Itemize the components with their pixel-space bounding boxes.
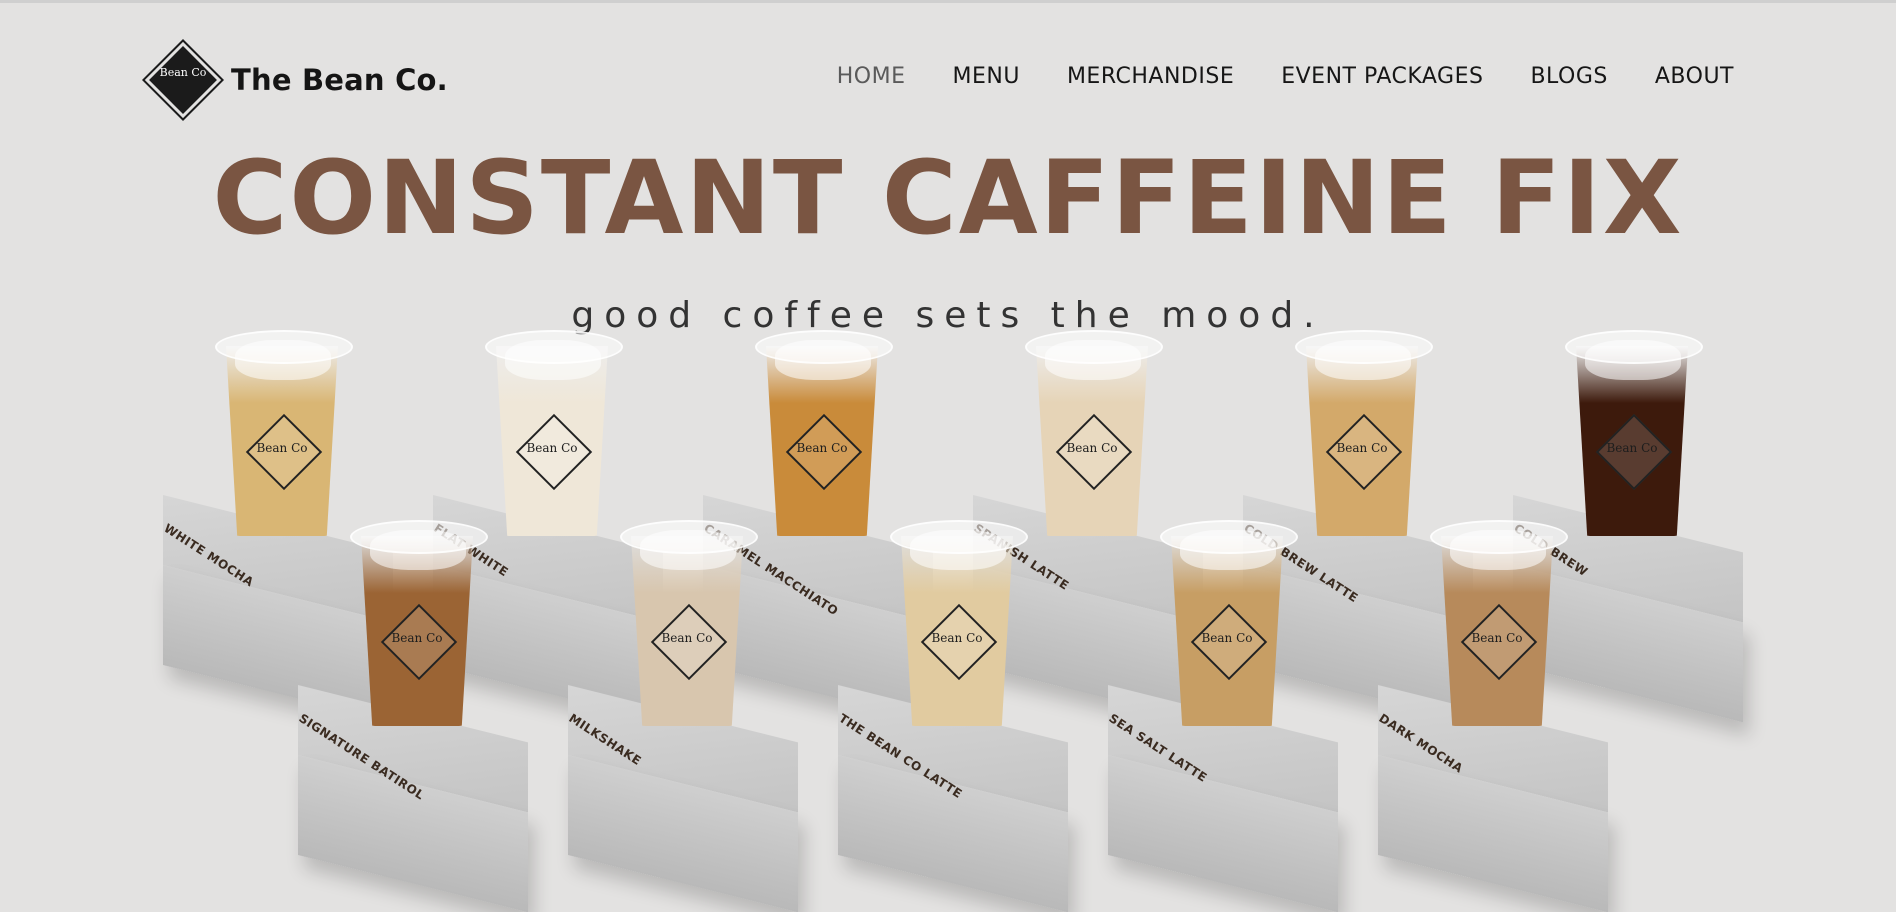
brand-logo[interactable]: Bean Co The Bean Co. (147, 44, 448, 116)
cup-lid (1160, 520, 1298, 554)
nav-event-packages[interactable]: EVENT PACKAGES (1281, 64, 1483, 89)
cup-logo-text: Bean Co (256, 441, 308, 455)
cup-logo-text: Bean Co (661, 631, 713, 645)
top-border (0, 0, 1896, 3)
cup-logo-text: Bean Co (1336, 441, 1388, 455)
cup-logo-text: Bean Co (1201, 631, 1253, 645)
logo-diamond (149, 46, 217, 114)
hero-title: CONSTANT CAFFEINE FIX (212, 139, 1684, 258)
cup-lid (1430, 520, 1568, 554)
cup-lid (890, 520, 1028, 554)
nav-merchandise[interactable]: MERCHANDISE (1067, 64, 1234, 89)
cup-logo-text: Bean Co (526, 441, 578, 455)
drink-cup: Bean Co (890, 520, 1028, 730)
drink-cup: Bean Co (1430, 520, 1568, 730)
cup-lid (1295, 330, 1433, 364)
drink-item[interactable]: SIGNATURE BATIROL Bean Co (296, 520, 538, 912)
logo-mark-text: Bean Co (159, 66, 207, 79)
drink-cup: Bean Co (1160, 520, 1298, 730)
cup-lid (350, 520, 488, 554)
cup-logo-text: Bean Co (1471, 631, 1523, 645)
drink-item[interactable]: MILKSHAKE Bean Co (566, 520, 808, 912)
drink-item[interactable]: DARK MOCHA Bean Co (1376, 520, 1618, 912)
drink-cup: Bean Co (1565, 330, 1703, 540)
nav-blogs[interactable]: BLOGS (1530, 64, 1607, 89)
cup-lid (1565, 330, 1703, 364)
cup-lid (215, 330, 353, 364)
nav-home[interactable]: HOME (837, 64, 906, 89)
drink-cup: Bean Co (485, 330, 623, 540)
cup-logo-text: Bean Co (796, 441, 848, 455)
drink-cup: Bean Co (755, 330, 893, 540)
drink-cup: Bean Co (215, 330, 353, 540)
drink-item[interactable]: SEA SALT LATTE Bean Co (1106, 520, 1348, 912)
cup-lid (485, 330, 623, 364)
drinks-showcase: WHITE MOCHABean CoFLAT WHITEBean CoCARAM… (0, 320, 1896, 912)
logo-icon: Bean Co (147, 44, 219, 116)
drink-cup: Bean Co (620, 520, 758, 730)
cup-logo-text: Bean Co (1066, 441, 1118, 455)
cup-logo-text: Bean Co (391, 631, 443, 645)
cup-lid (620, 520, 758, 554)
nav-menu[interactable]: MENU (952, 64, 1019, 89)
cup-logo-text: Bean Co (931, 631, 983, 645)
main-nav: HOME MENU MERCHANDISE EVENT PACKAGES BLO… (837, 64, 1734, 89)
drink-cup: Bean Co (1295, 330, 1433, 540)
cup-lid (1025, 330, 1163, 364)
drink-cup: Bean Co (1025, 330, 1163, 540)
cup-logo-text: Bean Co (1606, 441, 1658, 455)
brand-name[interactable]: The Bean Co. (231, 63, 448, 97)
nav-about[interactable]: ABOUT (1655, 64, 1734, 89)
drink-cup: Bean Co (350, 520, 488, 730)
cup-lid (755, 330, 893, 364)
drink-item[interactable]: THE BEAN CO LATTE Bean Co (836, 520, 1078, 912)
